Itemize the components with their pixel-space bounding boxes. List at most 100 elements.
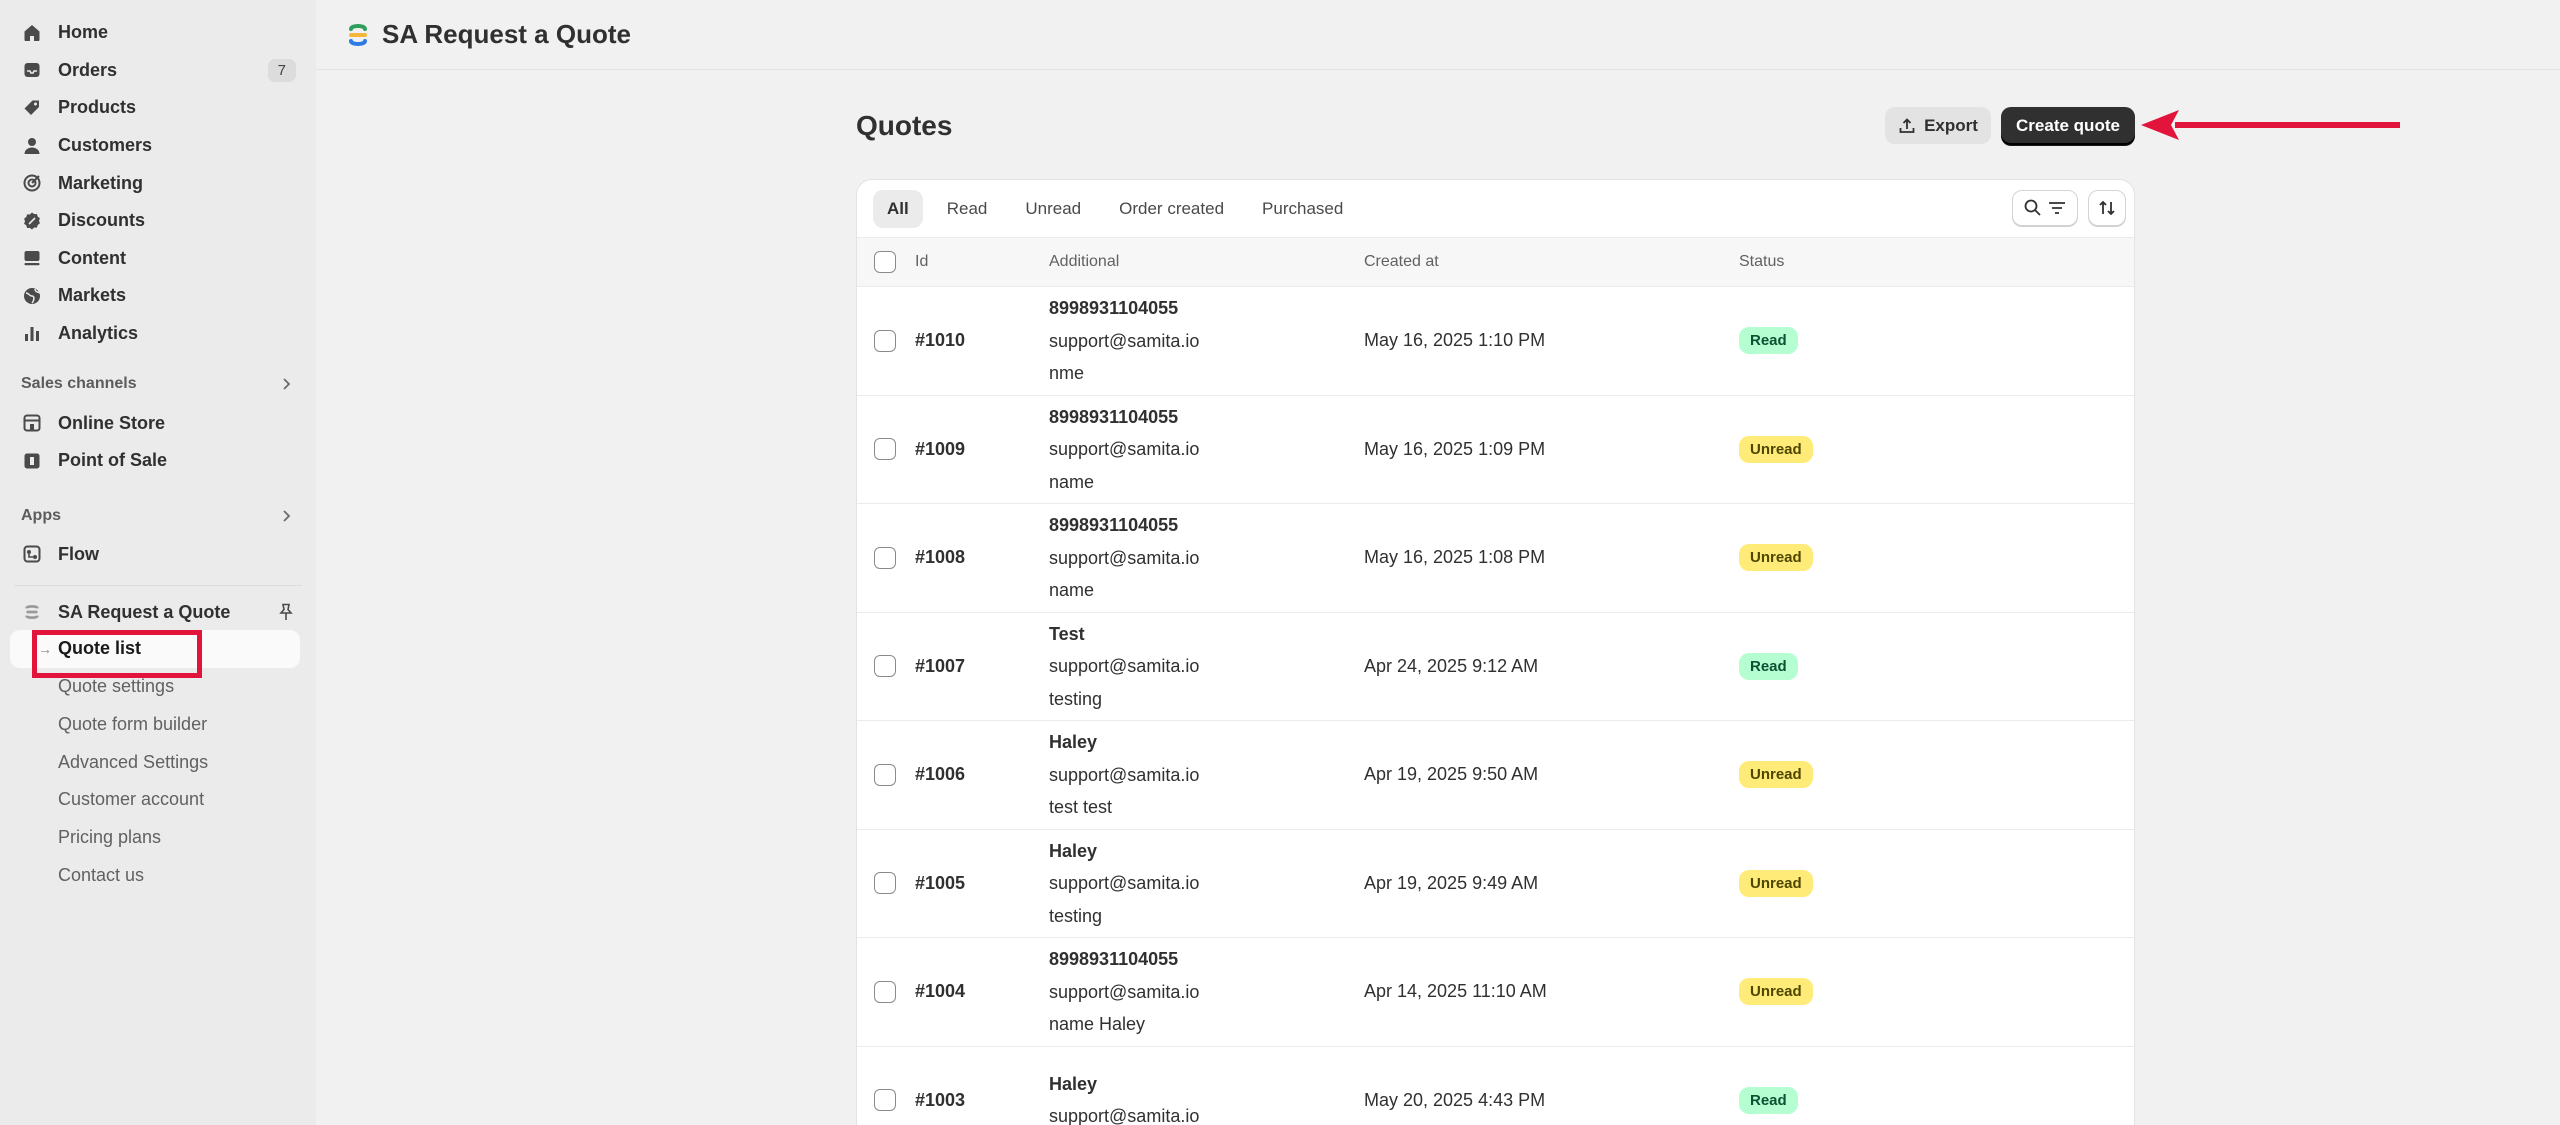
tab-all[interactable]: All: [873, 189, 923, 228]
status-cell: Read: [1739, 613, 1798, 721]
row-checkbox[interactable]: [874, 655, 896, 678]
select-all-checkbox[interactable]: [874, 251, 896, 273]
sidebar-divider: [14, 585, 302, 587]
section-heading-label: Sales channels: [21, 375, 137, 393]
table-row[interactable]: #1008 8998931104055 support@samita.io na…: [857, 504, 2134, 613]
additional-line-2: support@samita.io: [1049, 330, 1200, 351]
create-quote-button[interactable]: Create quote: [2001, 107, 2135, 145]
quote-id[interactable]: #1006: [915, 721, 965, 829]
pin-icon[interactable]: [276, 602, 296, 622]
tab-purchased[interactable]: Purchased: [1248, 190, 1357, 228]
store-icon: [22, 413, 42, 433]
tab-read[interactable]: Read: [933, 190, 1002, 228]
select-all-checkbox-cell: [874, 238, 896, 286]
nav-item-marketing[interactable]: Marketing: [0, 164, 316, 202]
status-cell: Read: [1739, 1047, 1798, 1125]
row-checkbox[interactable]: [874, 329, 896, 352]
status-badge: Unread: [1739, 761, 1813, 789]
row-checkbox-cell: [874, 1047, 896, 1125]
flow-icon: [22, 544, 42, 564]
table-row[interactable]: #1003 Haley support@samita.io May 20, 20…: [857, 1047, 2134, 1125]
nav-item-flow[interactable]: Flow: [0, 536, 316, 574]
column-header-created-at: Created at: [1364, 253, 1439, 270]
filter-tabs: All Read Unread Order created Purchased: [857, 180, 2134, 238]
additional-line-2: support@samita.io: [1049, 656, 1200, 676]
tab-order-created[interactable]: Order created: [1105, 190, 1238, 228]
additional-line-3: test test: [1049, 797, 1113, 817]
nav-item-analytics[interactable]: Analytics: [0, 315, 316, 353]
table-row[interactable]: #1009 8998931104055 support@samita.io na…: [857, 396, 2134, 504]
additional-line-3: testing: [1049, 905, 1103, 926]
created-at: Apr 19, 2025 9:50 AM: [1364, 764, 1539, 785]
nav-item-point-of-sale[interactable]: Point of Sale: [0, 442, 316, 480]
section-heading-label: Apps: [21, 506, 61, 524]
row-checkbox[interactable]: [874, 980, 896, 1003]
nav-item-customers[interactable]: Customers: [0, 127, 316, 165]
app-title: SA Request a Quote: [382, 19, 631, 49]
created-at: Apr 19, 2025 9:49 AM: [1364, 872, 1539, 893]
nav-item-label: Markets: [58, 285, 127, 306]
additional-line-1: 8998931104055: [1049, 298, 1179, 318]
row-checkbox[interactable]: [874, 546, 896, 569]
row-checkbox-cell: [874, 287, 896, 395]
app-logo-icon: [22, 602, 42, 622]
sub-item-pricing-plans[interactable]: Pricing plans: [0, 819, 316, 857]
upload-icon: [1899, 117, 1915, 133]
additional-line-1: 8998931104055: [1049, 515, 1179, 535]
nav-item-markets[interactable]: Markets: [0, 277, 316, 315]
additional-line-3: nme: [1049, 363, 1085, 383]
search-filter-button[interactable]: [2012, 190, 2078, 226]
row-checkbox[interactable]: [874, 872, 896, 895]
annotation-arrow-icon: [2141, 110, 2400, 140]
created-at: May 16, 2025 1:10 PM: [1364, 330, 1546, 351]
sub-item-advanced-settings[interactable]: Advanced Settings: [0, 743, 316, 781]
table-row[interactable]: #1005 Haley support@samita.io testing Ap…: [857, 830, 2134, 938]
nav-item-orders[interactable]: Orders 7: [0, 52, 316, 90]
row-checkbox[interactable]: [874, 763, 896, 786]
nav-item-products[interactable]: Products: [0, 89, 316, 127]
sub-item-quote-form-builder[interactable]: Quote form builder: [0, 706, 316, 744]
tab-unread[interactable]: Unread: [1011, 190, 1095, 228]
quote-id[interactable]: #1007: [915, 613, 965, 721]
row-checkbox[interactable]: [874, 438, 896, 461]
nav-item-label: Products: [58, 97, 137, 118]
nav-item-online-store[interactable]: Online Store: [0, 404, 316, 442]
export-button[interactable]: Export: [1885, 107, 1991, 144]
apps-heading[interactable]: Apps: [0, 496, 316, 536]
table-row[interactable]: #1010 8998931104055 support@samita.io nm…: [857, 287, 2134, 396]
home-icon: [22, 23, 42, 43]
nav-item-content[interactable]: Content: [0, 240, 316, 278]
quote-id[interactable]: #1010: [915, 287, 965, 395]
table-row[interactable]: #1006 Haley support@samita.io test test …: [857, 721, 2134, 830]
column-header-status: Status: [1739, 253, 1785, 270]
page-title: Quotes: [856, 110, 953, 141]
nav-item-home[interactable]: Home: [0, 14, 316, 52]
table-row[interactable]: #1004 8998931104055 support@samita.io na…: [857, 938, 2134, 1047]
app-nav-sa-request-a-quote[interactable]: SA Request a Quote: [0, 594, 316, 630]
row-checkbox-cell: [874, 504, 896, 612]
row-checkbox[interactable]: [874, 1089, 896, 1112]
app-logo-icon: [349, 23, 367, 46]
status-cell: Unread: [1739, 830, 1813, 938]
app-topbar: SA Request a Quote: [316, 0, 2560, 70]
additional-line-2: support@samita.io: [1049, 1106, 1200, 1125]
quote-id[interactable]: #1005: [915, 830, 965, 938]
quote-id[interactable]: #1004: [915, 938, 965, 1046]
export-button-label: Export: [1924, 115, 1978, 135]
status-cell: Unread: [1739, 938, 1813, 1046]
additional-line-2: support@samita.io: [1049, 873, 1200, 893]
sub-item-contact-us[interactable]: Contact us: [0, 856, 316, 894]
quote-id[interactable]: #1009: [915, 396, 965, 504]
nav-item-discounts[interactable]: Discounts: [0, 202, 316, 240]
nav-item-label: Discounts: [58, 210, 146, 231]
quote-id[interactable]: #1008: [915, 504, 965, 612]
sort-button[interactable]: [2088, 190, 2126, 226]
sales-channels-heading[interactable]: Sales channels: [0, 364, 316, 404]
additional-line-2: support@samita.io: [1049, 764, 1200, 785]
chevron-right-icon: [283, 509, 291, 522]
quote-id[interactable]: #1003: [915, 1047, 965, 1125]
sub-item-label: Customer account: [58, 789, 205, 810]
sub-item-customer-account[interactable]: Customer account: [0, 781, 316, 819]
table-row[interactable]: #1007 Test support@samita.io testing Apr…: [857, 613, 2134, 721]
nav-item-label: Marketing: [58, 172, 144, 193]
